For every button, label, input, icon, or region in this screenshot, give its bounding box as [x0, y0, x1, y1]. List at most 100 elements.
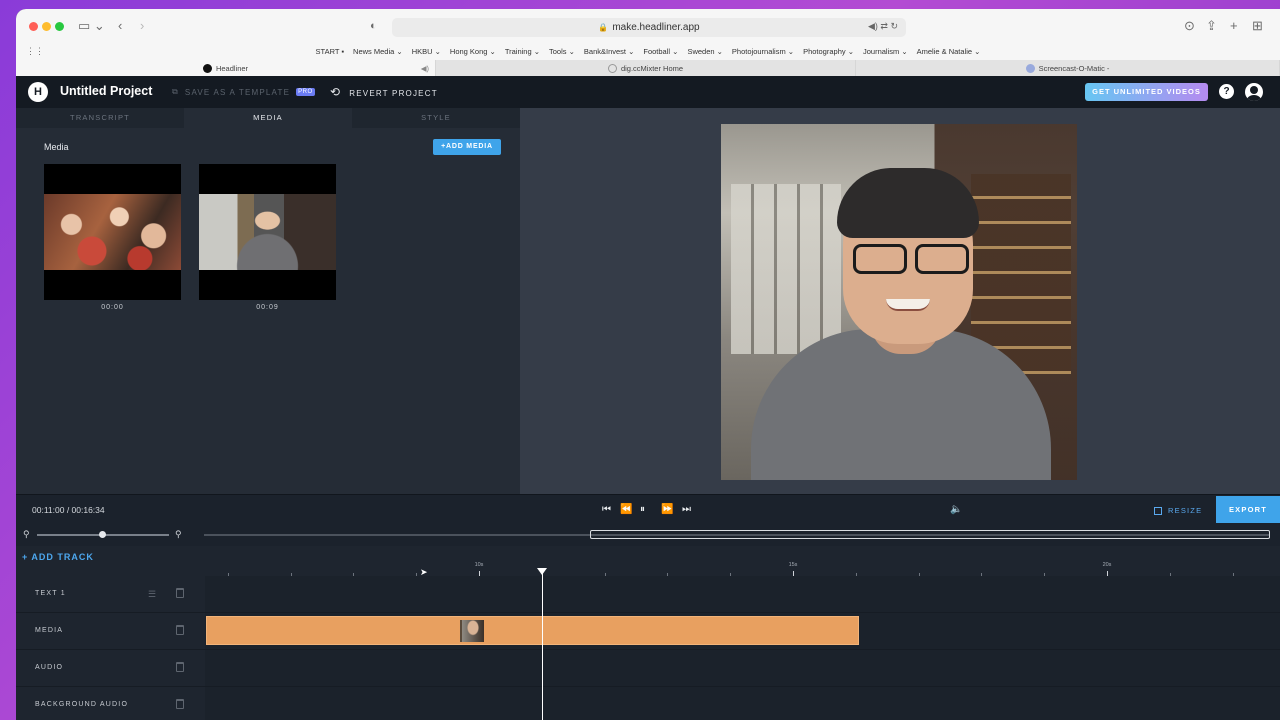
track-background-audio: BACKGROUND AUDIO — [16, 687, 1280, 720]
fav-item[interactable]: Amelie & Natalie ⌄ — [917, 47, 981, 56]
tab-style[interactable]: STYLE — [352, 108, 520, 128]
add-track-button[interactable]: + ADD TRACK — [22, 552, 94, 562]
page-favicon — [607, 63, 617, 73]
account-avatar-icon[interactable] — [1245, 83, 1263, 101]
back-icon[interactable]: ‹ — [118, 18, 122, 34]
tab-label: Screencast-O-Matic - — [1038, 63, 1110, 73]
sliders-icon[interactable]: ☰ — [148, 589, 156, 600]
fast-forward-icon[interactable]: ⏩ — [661, 504, 673, 516]
revert-project-button[interactable]: ⟲ REVERT PROJECT — [330, 85, 438, 99]
pause-icon[interactable]: ⏸ — [640, 504, 645, 516]
track-label: TEXT 1 — [35, 590, 66, 597]
track-lane[interactable] — [205, 687, 1280, 720]
fav-item[interactable]: News Media ⌄ — [353, 47, 403, 56]
export-button[interactable]: EXPORT — [1216, 496, 1280, 523]
history-icon: ⟲ — [330, 85, 342, 99]
zoom-out-icon[interactable]: ⚲ — [23, 529, 30, 540]
tab-audio-icon[interactable]: ◀) — [421, 64, 429, 73]
track-lane[interactable] — [205, 650, 1280, 686]
browser-toolbar: ▭ ⌄ ‹ › ◐ 🔒 make.headliner.app ◀) ⇄ ↻ ⊙ … — [16, 9, 1280, 76]
audio-reload-icon[interactable]: ◀) ⇄ ↻ — [868, 21, 898, 32]
trash-icon[interactable] — [176, 662, 184, 672]
track-lane[interactable] — [205, 576, 1280, 612]
address-bar[interactable]: 🔒 make.headliner.app ◀) ⇄ ↻ — [392, 18, 906, 37]
downloads-icon[interactable]: ⊙ — [1184, 18, 1195, 34]
track-label: BACKGROUND AUDIO — [35, 701, 129, 708]
fav-item[interactable]: Hong Kong ⌄ — [450, 47, 496, 56]
skip-end-icon[interactable]: ⏭ — [682, 504, 691, 516]
tab-overview-icon[interactable]: ⊞ — [1252, 18, 1263, 34]
tab-label: Headliner — [215, 63, 249, 73]
lock-icon: 🔒 — [598, 23, 609, 32]
trash-icon[interactable] — [176, 625, 184, 635]
clip-thumbnail — [460, 620, 484, 642]
volume-icon[interactable]: 🔈 — [950, 504, 962, 515]
mouse-cursor-icon: ➤ — [420, 567, 428, 577]
headliner-favicon — [202, 63, 212, 73]
media-thumbnail-1[interactable] — [44, 164, 181, 300]
forward-icon[interactable]: › — [140, 18, 144, 34]
trash-icon[interactable] — [176, 588, 184, 598]
project-title[interactable]: Untitled Project — [60, 84, 152, 98]
help-icon[interactable]: ? — [1219, 84, 1234, 99]
zoom-slider-handle[interactable] — [99, 531, 106, 538]
new-tab-icon[interactable]: + — [1230, 18, 1238, 34]
fav-item[interactable]: Bank&Invest ⌄ — [584, 47, 634, 56]
tab-ccmixter[interactable]: dig.ccMixter Home — [436, 60, 856, 76]
media-thumbnail-2[interactable] — [199, 164, 336, 300]
add-media-button[interactable]: +ADD MEDIA — [433, 139, 501, 155]
minimize-window-button[interactable] — [42, 22, 51, 31]
privacy-shield-icon[interactable]: ◐ — [370, 18, 377, 34]
ruler-label: 15s — [788, 562, 798, 568]
tab-label: dig.ccMixter Home — [620, 63, 684, 73]
save-template-button[interactable]: ⧉ SAVE AS A TEMPLATE PRO — [172, 87, 315, 97]
browser-tabs: Headliner ◀) dig.ccMixter Home Screencas… — [16, 60, 1280, 76]
browser-window: ▭ ⌄ ‹ › ◐ 🔒 make.headliner.app ◀) ⇄ ↻ ⊙ … — [16, 9, 1280, 720]
fav-item[interactable]: Training ⌄ — [505, 47, 540, 56]
timeline-ruler[interactable]: 10s 15s 20s — [205, 546, 1280, 576]
ruler-label: 20s — [1102, 562, 1112, 568]
tab-headliner[interactable]: Headliner ◀) — [16, 60, 436, 76]
url-text: make.headliner.app — [612, 22, 700, 33]
zoom-row: ⚲ ⚲ — [16, 524, 1280, 546]
fav-item[interactable]: Sweden ⌄ — [687, 47, 722, 56]
template-icon: ⧉ — [172, 87, 179, 96]
video-preview-frame[interactable] — [721, 124, 1077, 480]
save-template-label: SAVE AS A TEMPLATE — [184, 87, 291, 97]
panel-tabs: TRANSCRIPT MEDIA STYLE — [16, 108, 520, 128]
zoom-in-icon[interactable]: ⚲ — [175, 529, 182, 540]
get-unlimited-button[interactable]: GET UNLIMITED VIDEOS — [1085, 83, 1208, 101]
zoom-window-button[interactable] — [55, 22, 64, 31]
sidebar-toggle-icon[interactable]: ▭ ⌄ — [78, 18, 105, 34]
ruler-label: 10s — [474, 562, 484, 568]
close-window-button[interactable] — [29, 22, 38, 31]
tab-media[interactable]: MEDIA — [184, 108, 352, 128]
media-clip[interactable] — [206, 616, 859, 645]
tab-screencast[interactable]: Screencast-O-Matic - — [856, 60, 1280, 76]
fav-item[interactable]: Photojournalism ⌄ — [732, 47, 794, 56]
track-text-1: TEXT 1 ☰ — [16, 576, 1280, 613]
rewind-icon[interactable]: ⏪ — [620, 504, 632, 516]
fav-item[interactable]: START ▪ — [316, 47, 345, 56]
track-lane[interactable] — [205, 613, 1280, 649]
resize-button[interactable]: RESIZE — [1154, 506, 1202, 515]
fav-item[interactable]: Tools ⌄ — [549, 47, 575, 56]
timeline-scroll-window[interactable] — [590, 530, 1270, 539]
fav-item[interactable]: Football ⌄ — [643, 47, 678, 56]
tab-transcript[interactable]: TRANSCRIPT — [16, 108, 184, 128]
track-audio: AUDIO — [16, 650, 1280, 687]
resize-label: RESIZE — [1168, 506, 1203, 515]
headliner-logo[interactable]: H — [28, 82, 48, 102]
thumbnail-image — [44, 194, 181, 270]
person-hair — [837, 168, 979, 238]
playhead[interactable] — [541, 571, 543, 720]
fav-item[interactable]: Journalism ⌄ — [863, 47, 908, 56]
fav-item[interactable]: Photography ⌄ — [803, 47, 854, 56]
track-label: AUDIO — [35, 664, 64, 671]
person-glasses — [853, 244, 969, 274]
trash-icon[interactable] — [176, 699, 184, 709]
share-icon[interactable]: ⇪ — [1206, 18, 1217, 34]
fav-item[interactable]: HKBU ⌄ — [412, 47, 441, 56]
video-preview-area — [520, 108, 1280, 494]
skip-start-icon[interactable]: ⏮ — [602, 504, 611, 516]
